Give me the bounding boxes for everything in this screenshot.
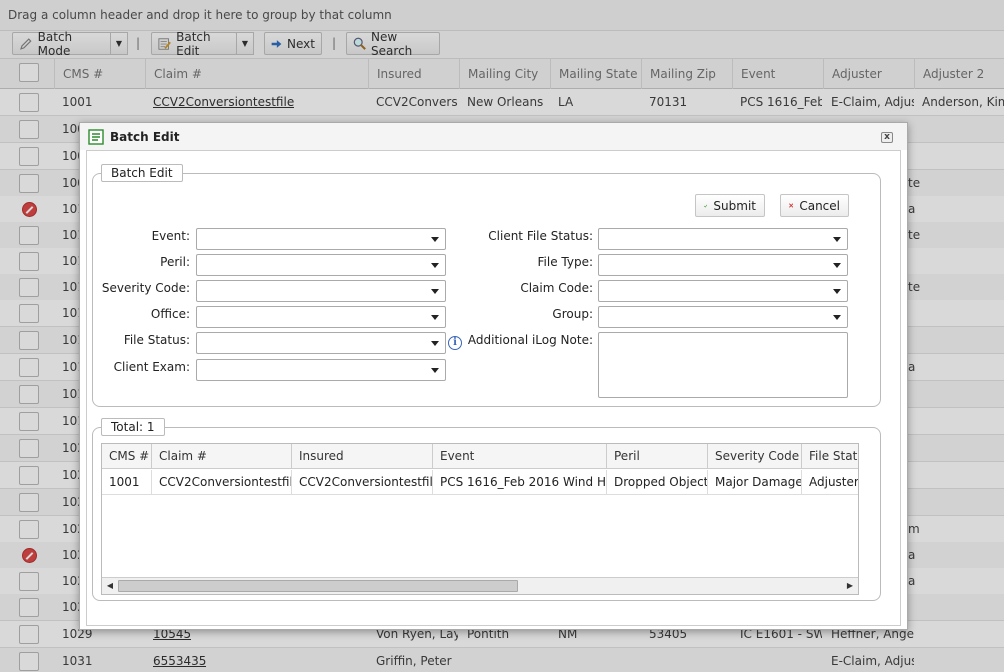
total-legend: Total: 1 (101, 418, 165, 436)
caret-down-icon (431, 289, 439, 294)
cell-cms: 1001 (102, 470, 152, 495)
column-header-peril[interactable]: Peril (607, 444, 708, 469)
field-label-client-exam: Client Exam: (113, 360, 190, 374)
group-dropdown[interactable] (598, 306, 848, 328)
dialog-close-button[interactable]: x (881, 132, 893, 143)
cell-insured: CCV2Conversiontestfile, (292, 470, 433, 495)
horizontal-scrollbar[interactable]: ◀ ▶ (102, 577, 858, 594)
column-header-event[interactable]: Event (433, 444, 607, 469)
submit-label: Submit (713, 198, 756, 213)
batch-edit-section: Batch Edit Submit Cancel Event: Peril: S… (92, 164, 881, 407)
caret-down-icon (431, 237, 439, 242)
dialog-titlebar[interactable]: Batch Edit x (80, 123, 907, 150)
column-header-severity-code[interactable]: Severity Code (708, 444, 802, 469)
section-legend: Batch Edit (101, 164, 183, 182)
client-file-status-dropdown[interactable] (598, 228, 848, 250)
peril-dropdown[interactable] (196, 254, 446, 276)
field-label-group: Group: (552, 307, 593, 321)
column-header-cms[interactable]: CMS # (102, 444, 152, 469)
cancel-label: Cancel (799, 198, 840, 213)
submit-button[interactable]: Submit (695, 194, 765, 217)
selected-claims-grid: CMS # Claim # Insured Event Peril Severi… (101, 443, 859, 595)
field-label-peril: Peril: (160, 255, 190, 269)
field-label-severity-code: Severity Code: (101, 281, 190, 295)
office-dropdown[interactable] (196, 306, 446, 328)
caret-down-icon (431, 341, 439, 346)
file-status-dropdown[interactable] (196, 332, 446, 354)
total-section: Total: 1 CMS # Claim # Insured Event Per… (92, 418, 881, 601)
cell-claim: CCV2Conversiontestfile (152, 470, 292, 495)
field-label-file-status: File Status: (123, 333, 190, 347)
dialog-body: Batch Edit Submit Cancel Event: Peril: S… (86, 150, 901, 626)
file-type-dropdown[interactable] (598, 254, 848, 276)
caret-down-icon (833, 237, 841, 242)
scroll-left-icon[interactable]: ◀ (103, 579, 117, 593)
caret-down-icon (431, 368, 439, 373)
dialog-title: Batch Edit (110, 129, 180, 144)
claim-code-dropdown[interactable] (598, 280, 848, 302)
caret-down-icon (833, 263, 841, 268)
cell-peril: Dropped Object (607, 470, 708, 495)
column-header-claim[interactable]: Claim # (152, 444, 292, 469)
field-label-additional-ilog-note: Additional iLog Note: (467, 333, 593, 347)
cancel-button[interactable]: Cancel (780, 194, 849, 217)
cell-severity-code: Major Damage (708, 470, 802, 495)
batch-edit-dialog: Batch Edit x Batch Edit Submit Cancel Ev… (79, 122, 908, 630)
event-dropdown[interactable] (196, 228, 446, 250)
column-header-insured[interactable]: Insured (292, 444, 433, 469)
cell-file-status: Adjuster (802, 470, 858, 495)
info-icon[interactable]: i (448, 336, 462, 350)
x-icon (789, 203, 794, 208)
field-label-file-type: File Type: (537, 255, 594, 269)
cell-event: PCS 1616_Feb 2016 Wind Hail (433, 470, 607, 495)
caret-down-icon (833, 315, 841, 320)
caret-down-icon (431, 315, 439, 320)
checkmark-icon (704, 204, 708, 207)
additional-ilog-note-textarea[interactable] (598, 332, 848, 398)
field-label-event: Event: (151, 229, 190, 243)
client-exam-dropdown[interactable] (196, 359, 446, 381)
field-label-client-file-status: Client File Status: (488, 229, 593, 243)
field-label-office: Office: (150, 307, 190, 321)
column-header-file-status[interactable]: File Status (802, 444, 858, 469)
severity-code-dropdown[interactable] (196, 280, 446, 302)
scroll-right-icon[interactable]: ▶ (843, 579, 857, 593)
caret-down-icon (833, 289, 841, 294)
field-label-claim-code: Claim Code: (520, 281, 593, 295)
scrollbar-thumb[interactable] (118, 580, 518, 592)
caret-down-icon (431, 263, 439, 268)
form-icon (88, 128, 104, 145)
